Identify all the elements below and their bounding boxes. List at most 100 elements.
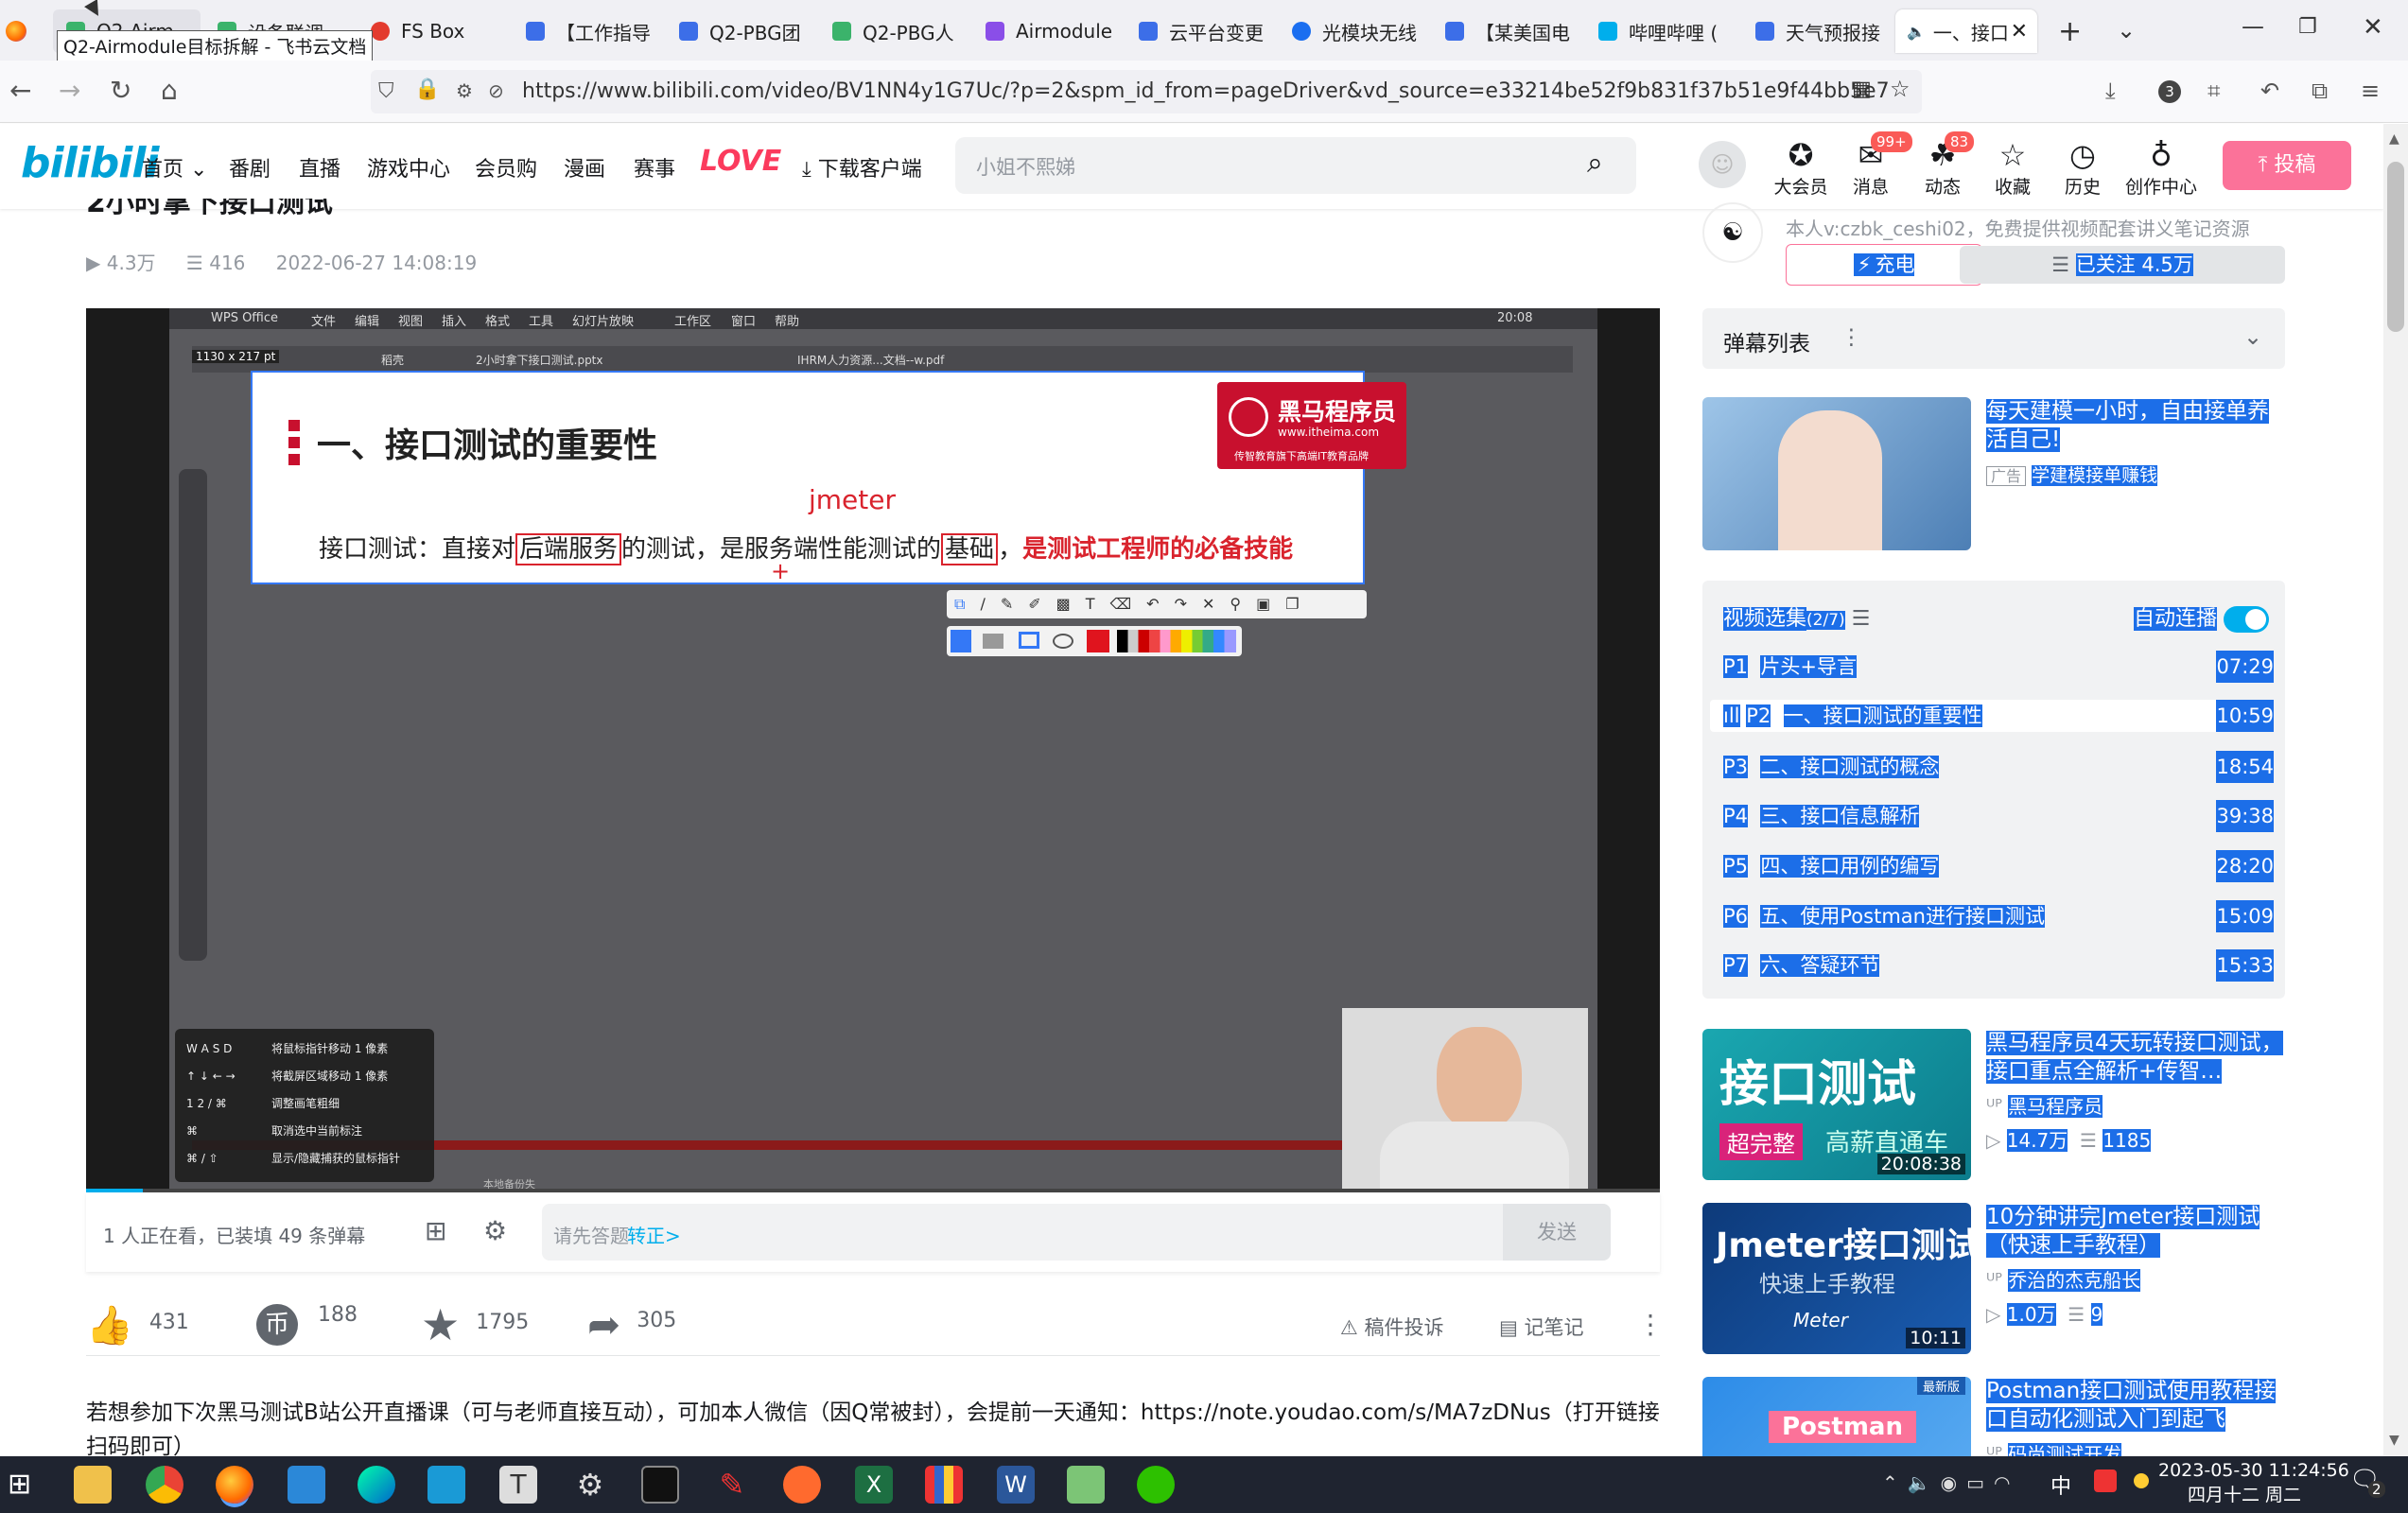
rec-title[interactable]: 10分钟讲完Jmeter接口测试（快速上手教程） bbox=[1986, 1203, 2285, 1260]
danmaku-settings-icon[interactable]: ⚙ bbox=[483, 1215, 507, 1246]
winrar-icon[interactable] bbox=[925, 1466, 963, 1504]
nav-manga[interactable]: 漫画 bbox=[564, 152, 605, 183]
chrome-icon[interactable] bbox=[146, 1466, 183, 1504]
fill-rect-icon[interactable] bbox=[983, 634, 1003, 649]
text-tool-icon[interactable]: T bbox=[1086, 595, 1110, 613]
tracking-icon[interactable]: ⊘ bbox=[488, 79, 504, 102]
annotation-color-bar[interactable] bbox=[947, 626, 1242, 656]
playlist-item[interactable]: P5 四、接口用例的编写 28:20 bbox=[1723, 850, 2274, 882]
tab-3[interactable]: FS Box bbox=[371, 9, 513, 53]
chrome-tray-icon[interactable]: ◉ bbox=[1941, 1471, 1966, 1494]
back-icon[interactable]: ← bbox=[9, 76, 31, 106]
shield-icon[interactable]: ⛉ bbox=[378, 79, 394, 103]
file-explorer-icon[interactable] bbox=[74, 1466, 112, 1504]
nav-game[interactable]: 游戏中心 bbox=[367, 152, 450, 183]
search-input[interactable]: 小姐不熙娣 bbox=[976, 152, 1075, 181]
ime-indicator[interactable]: 中 bbox=[2050, 1470, 2071, 1500]
forward-icon[interactable]: → bbox=[59, 76, 80, 106]
scroll-down-icon[interactable]: ▼ bbox=[2389, 1433, 2399, 1448]
battery-icon[interactable]: ▭ bbox=[1966, 1471, 1994, 1494]
url-bar[interactable]: ⛉ 🔒 ⚙ ⊘ https://www.bilibili.com/video/B… bbox=[371, 70, 1922, 113]
scroll-thumb[interactable] bbox=[2387, 162, 2404, 332]
close-window-icon[interactable]: ✕ bbox=[2363, 13, 2383, 42]
clock[interactable]: 2023-05-30 11:24:56 四月十二 周二 bbox=[2158, 1460, 2349, 1506]
playlist-item[interactable]: P7 六、答疑环节 15:33 bbox=[1723, 949, 2274, 982]
tab-12[interactable]: 天气预报接 bbox=[1755, 9, 1897, 53]
ad-thumbnail[interactable] bbox=[1702, 397, 1971, 550]
playlist-item-active[interactable]: ıll P2 一、接口测试的重要性 10:59 bbox=[1710, 700, 2274, 732]
undo-icon[interactable]: ↶ bbox=[1146, 595, 1174, 613]
crop-icon[interactable]: ⌗ bbox=[2207, 76, 2221, 106]
permissions-icon[interactable]: ⚙ bbox=[456, 79, 473, 102]
url-text[interactable]: https://www.bilibili.com/video/BV1NN4y1G… bbox=[522, 79, 1890, 103]
speaker-icon[interactable]: 🔈 bbox=[1907, 23, 1926, 41]
mosaic-tool-icon[interactable]: ▩ bbox=[1056, 595, 1086, 613]
search-box[interactable]: 小姐不熙娣 ⌕ bbox=[955, 137, 1636, 194]
playlist-item[interactable]: P6 五、使用Postman进行接口测试 15:09 bbox=[1723, 900, 2274, 932]
photos-icon[interactable] bbox=[288, 1466, 325, 1504]
nav-bangumi[interactable]: 番剧 bbox=[229, 152, 270, 183]
terminal-icon[interactable] bbox=[641, 1466, 679, 1504]
note-button[interactable]: ▤ 记笔记 bbox=[1499, 1313, 1584, 1341]
tab-4[interactable]: 【工作指导 bbox=[526, 9, 668, 53]
tab-9[interactable]: 光模块无线 bbox=[1292, 9, 1434, 53]
firefox-icon[interactable] bbox=[216, 1466, 253, 1504]
playlist-item[interactable]: P1 片头+导言 07:29 bbox=[1723, 651, 2274, 683]
follow-button[interactable]: ☰ 已关注 4.5万 bbox=[1960, 246, 2285, 284]
save-icon[interactable]: ▣ bbox=[1256, 595, 1285, 613]
tab-active[interactable]: 🔈 一、接口 ✕ bbox=[1895, 9, 2037, 53]
up-avatar[interactable]: ☯ bbox=[1702, 202, 1763, 263]
scroll-up-icon[interactable]: ▲ bbox=[2389, 131, 2399, 147]
chevron-down-icon[interactable]: ⌄ bbox=[2243, 323, 2262, 350]
pin-icon[interactable]: ⚲ bbox=[1230, 595, 1256, 613]
home-icon[interactable]: ⌂ bbox=[161, 76, 178, 106]
screenshot-tool-icon[interactable] bbox=[428, 1466, 465, 1504]
tab-6[interactable]: Q2-PBG人 bbox=[832, 9, 974, 53]
line-tool-icon[interactable]: ∕ bbox=[980, 595, 1000, 613]
typora-icon[interactable]: T bbox=[499, 1466, 537, 1504]
more-icon[interactable]: ⋮ bbox=[1637, 1309, 1664, 1340]
rec-thumbnail[interactable]: 接口测试 超完整 高薪直通车 20:08:38 bbox=[1702, 1029, 1971, 1180]
notepad-icon[interactable] bbox=[1067, 1466, 1105, 1504]
bookmark-star-icon[interactable]: ☆ bbox=[1890, 76, 1911, 102]
bilibili-logo[interactable]: bilibili bbox=[21, 139, 159, 187]
ad-title[interactable]: 每天建模一小时，自由接单养活自己! bbox=[1986, 397, 2289, 454]
minimize-icon[interactable]: — bbox=[2242, 13, 2264, 40]
nav-match[interactable]: 赛事 bbox=[634, 152, 675, 183]
search-icon[interactable]: ⌕ bbox=[1587, 147, 1603, 180]
volume-icon[interactable]: 🔈 bbox=[1908, 1471, 1941, 1494]
wechat-icon[interactable] bbox=[1137, 1466, 1175, 1504]
download-icon[interactable]: ⤓ bbox=[2105, 76, 2116, 106]
word-icon[interactable]: W bbox=[997, 1466, 1035, 1504]
header-favorites[interactable]: ☆ 收藏 bbox=[1984, 137, 2041, 199]
size-small-icon[interactable] bbox=[951, 630, 971, 652]
tab-11[interactable]: 哔哩哔哩 ( bbox=[1598, 9, 1750, 53]
ellipse-icon[interactable] bbox=[1053, 634, 1073, 649]
danmaku-input[interactable]: 请先答题 转正> 发送 bbox=[542, 1204, 1611, 1261]
restore-icon[interactable]: ❐ bbox=[2298, 15, 2317, 39]
cancel-icon[interactable]: ✕ bbox=[1202, 595, 1230, 613]
tab-8[interactable]: 云平台变更 bbox=[1139, 9, 1281, 53]
tab-5[interactable]: Q2-PBG团 bbox=[679, 9, 821, 53]
wifi-icon[interactable]: ◠ bbox=[1994, 1471, 2019, 1494]
annotation-toolbar[interactable]: ⧉∕✎✐▩T⌫↶↷✕⚲▣❐ bbox=[947, 590, 1367, 618]
nav-live[interactable]: 直播 bbox=[299, 152, 340, 183]
favorite-button[interactable]: ★ 1795 bbox=[421, 1299, 529, 1350]
like-button[interactable]: 👍 431 bbox=[86, 1303, 189, 1348]
eraser-tool-icon[interactable]: ⌫ bbox=[1110, 595, 1147, 613]
upload-button[interactable]: ⤒ 投稿 bbox=[2223, 141, 2351, 190]
extensions-icon[interactable]: ⧉ bbox=[2312, 76, 2328, 106]
new-tab-icon[interactable]: + bbox=[2058, 15, 2082, 48]
menu-icon[interactable]: ≡ bbox=[2361, 76, 2380, 106]
nav-love[interactable]: LOVE bbox=[700, 145, 781, 178]
list-tabs-icon[interactable]: ⌄ bbox=[2117, 17, 2136, 43]
playlist-item[interactable]: P3 二、接口测试的概念 18:54 bbox=[1723, 751, 2274, 783]
undo-icon[interactable]: ↶ bbox=[2260, 76, 2279, 106]
rec-up[interactable]: ᵁᴾ 黑马程序员 bbox=[1986, 1091, 2103, 1119]
rec-title[interactable]: Postman接口测试使用教程接口自动化测试入门到起飞 bbox=[1986, 1377, 2285, 1434]
nav-home[interactable]: 首页 ⌄ bbox=[142, 152, 207, 183]
nav-mall[interactable]: 会员购 bbox=[475, 152, 537, 183]
tab-7[interactable]: Airmodule bbox=[986, 9, 1127, 53]
danmaku-toggle-icon[interactable]: ⊞ bbox=[425, 1215, 446, 1246]
weather-icon[interactable] bbox=[2134, 1473, 2149, 1488]
